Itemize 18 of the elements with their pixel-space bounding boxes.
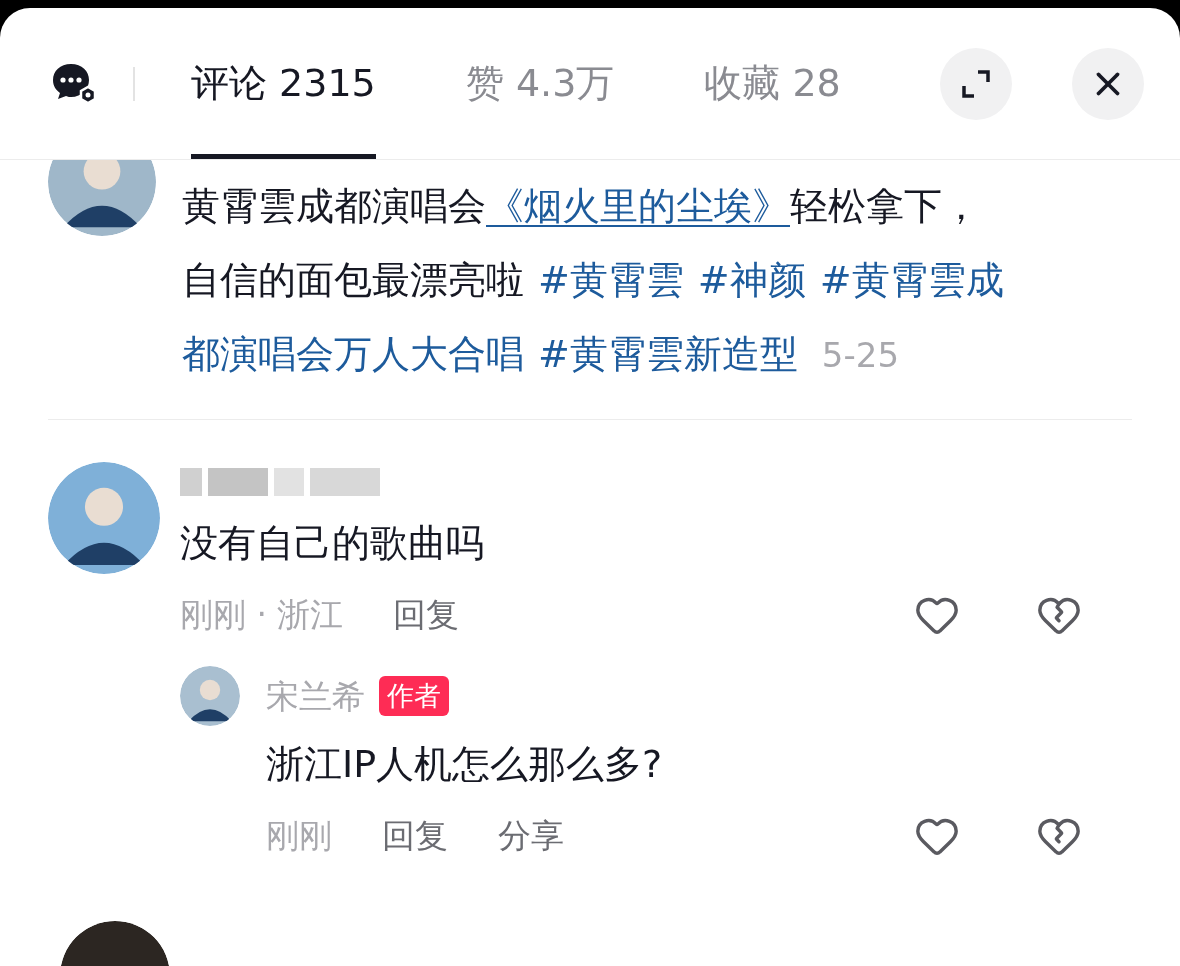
comment-time: 刚刚 · 浙江: [180, 594, 344, 636]
comment-text: 没有自己的歌曲吗: [180, 520, 485, 567]
comment-action[interactable]: 回复: [393, 590, 460, 640]
tab[interactable]: 赞 4.3万: [465, 8, 615, 159]
reply-action[interactable]: 分享: [498, 811, 564, 861]
reply-action[interactable]: 回复: [382, 811, 448, 861]
tab[interactable]: 评论 2315: [191, 8, 376, 159]
post-text-line: 都演唱会万人大合唱 #黄霄雲新造型 5-25: [182, 331, 900, 378]
post-text-line: 黄霄雲成都演唱会《烟火里的尘埃》轻松拿下，: [182, 183, 981, 230]
tab[interactable]: 收藏 28: [704, 8, 841, 159]
reply-time: 刚刚: [266, 815, 332, 857]
author-badge: 作者: [379, 676, 449, 717]
expand-icon: [960, 67, 992, 100]
avatar[interactable]: [180, 665, 240, 726]
avatar[interactable]: [48, 462, 160, 574]
post-text-line: 自信的面包最漂亮啦 #黄霄雲 #神颜 #黄霄雲成: [182, 257, 1004, 304]
reply-text: 浙江IP人机怎么那么多?: [266, 741, 664, 788]
avatar[interactable]: [48, 160, 156, 236]
